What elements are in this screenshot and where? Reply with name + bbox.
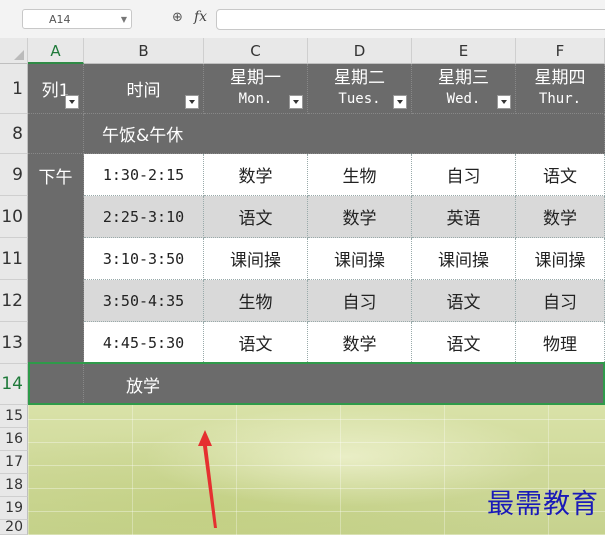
cell-b13[interactable]: 4:45-5:30 xyxy=(84,322,204,364)
cell-e12[interactable]: 语文 xyxy=(412,280,516,322)
watermark-text: 最需教育 xyxy=(487,489,599,520)
dismissal-label: 放学 xyxy=(126,376,160,397)
column-header-c[interactable]: C xyxy=(204,38,308,64)
cell-a10[interactable] xyxy=(28,196,84,238)
row-header-15[interactable]: 15 xyxy=(0,405,28,428)
row-header-17[interactable]: 17 xyxy=(0,451,28,474)
cell-d12[interactable]: 自习 xyxy=(308,280,412,322)
cell-b11[interactable]: 3:10-3:50 xyxy=(84,238,204,280)
header-label-d-en: Tues. xyxy=(338,90,381,107)
cell-d13[interactable]: 数学 xyxy=(308,322,412,364)
column-header-f[interactable]: F xyxy=(516,38,605,64)
row-header-9[interactable]: 9 xyxy=(0,154,28,196)
name-box[interactable]: A14 ▼ xyxy=(22,9,132,29)
cell-b8-lunch[interactable]: 午饭&午休 xyxy=(84,114,605,154)
zoom-icon[interactable]: ⊕ xyxy=(172,10,183,25)
cell-c12[interactable]: 生物 xyxy=(204,280,308,322)
spreadsheet-grid: A B C D E F 1 列1 时间 星期一 Mon. 星期二 Tues. 星… xyxy=(0,38,605,535)
cell-f11[interactable]: 课间操 xyxy=(516,238,605,280)
header-cell-b[interactable]: 时间 xyxy=(84,64,204,114)
red-arrow-annotation xyxy=(198,430,217,528)
header-label-f-en: Thur. xyxy=(538,90,582,107)
row-header-12[interactable]: 12 xyxy=(0,280,28,322)
cell-b9[interactable]: 1:30-2:15 xyxy=(84,154,204,196)
cell-a9[interactable]: 下午 xyxy=(28,154,84,196)
row-header-14[interactable]: 14 xyxy=(0,364,28,405)
cell-a8[interactable] xyxy=(28,114,84,154)
row-header-18[interactable]: 18 xyxy=(0,474,28,497)
header-label-b: 时间 xyxy=(126,81,161,101)
cell-d9[interactable]: 生物 xyxy=(308,154,412,196)
cell-b10[interactable]: 2:25-3:10 xyxy=(84,196,204,238)
column-header-a[interactable]: A xyxy=(28,38,84,64)
fx-icon[interactable]: fx xyxy=(194,9,207,25)
cell-a13[interactable] xyxy=(28,322,84,364)
row-header-19[interactable]: 19 xyxy=(0,497,28,520)
row-header-16[interactable]: 16 xyxy=(0,428,28,451)
cell-e9[interactable]: 自习 xyxy=(412,154,516,196)
cell-f10[interactable]: 数学 xyxy=(516,196,605,238)
row-header-11[interactable]: 11 xyxy=(0,238,28,280)
cell-d10[interactable]: 数学 xyxy=(308,196,412,238)
header-cell-e[interactable]: 星期三 Wed. xyxy=(412,64,516,114)
header-label-f-cn: 星期四 xyxy=(534,67,586,88)
formula-input[interactable] xyxy=(216,9,605,30)
filter-dropdown-icon[interactable] xyxy=(289,95,303,109)
header-cell-a[interactable]: 列1 xyxy=(28,64,84,114)
cell-a12[interactable] xyxy=(28,280,84,322)
cell-f9[interactable]: 语文 xyxy=(516,154,605,196)
cell-b14-dismissal[interactable]: 放学 xyxy=(84,364,605,405)
cell-c11[interactable]: 课间操 xyxy=(204,238,308,280)
header-label-d-cn: 星期二 xyxy=(334,67,385,88)
cell-f13[interactable]: 物理 xyxy=(516,322,605,364)
filter-dropdown-icon[interactable] xyxy=(393,95,407,109)
filter-dropdown-icon[interactable] xyxy=(497,95,511,109)
cell-e10[interactable]: 英语 xyxy=(412,196,516,238)
header-cell-d[interactable]: 星期二 Tues. xyxy=(308,64,412,114)
cell-f12[interactable]: 自习 xyxy=(516,280,605,322)
chevron-down-icon[interactable]: ▼ xyxy=(121,10,127,30)
header-label-c-cn: 星期一 xyxy=(230,67,281,88)
row-header-20[interactable]: 20 xyxy=(0,520,28,535)
cell-a11[interactable] xyxy=(28,238,84,280)
select-all-corner[interactable] xyxy=(0,38,28,64)
cell-c13[interactable]: 语文 xyxy=(204,322,308,364)
header-label-e-cn: 星期三 xyxy=(438,67,489,88)
header-cell-f[interactable]: 星期四 Thur. xyxy=(516,64,605,114)
header-label-e-en: Wed. xyxy=(446,90,481,107)
row-header-1[interactable]: 1 xyxy=(0,64,28,114)
afternoon-label: 下午 xyxy=(38,167,73,188)
cell-e11[interactable]: 课间操 xyxy=(412,238,516,280)
header-label-c-en: Mon. xyxy=(238,90,273,107)
name-box-value: A14 xyxy=(49,13,71,26)
filter-dropdown-icon[interactable] xyxy=(65,95,79,109)
cell-b12[interactable]: 3:50-4:35 xyxy=(84,280,204,322)
column-header-e[interactable]: E xyxy=(412,38,516,64)
row-header-10[interactable]: 10 xyxy=(0,196,28,238)
cell-a14[interactable] xyxy=(28,364,84,405)
filter-dropdown-icon[interactable] xyxy=(185,95,199,109)
cell-e13[interactable]: 语文 xyxy=(412,322,516,364)
formula-bar: A14 ▼ ⊕ fx xyxy=(0,0,605,39)
column-header-d[interactable]: D xyxy=(308,38,412,64)
column-header-b[interactable]: B xyxy=(84,38,204,64)
row-header-13[interactable]: 13 xyxy=(0,322,28,364)
cell-d11[interactable]: 课间操 xyxy=(308,238,412,280)
row-header-8[interactable]: 8 xyxy=(0,114,28,154)
header-cell-c[interactable]: 星期一 Mon. xyxy=(204,64,308,114)
cell-c9[interactable]: 数学 xyxy=(204,154,308,196)
lunch-label: 午饭&午休 xyxy=(102,126,184,146)
cell-c10[interactable]: 语文 xyxy=(204,196,308,238)
